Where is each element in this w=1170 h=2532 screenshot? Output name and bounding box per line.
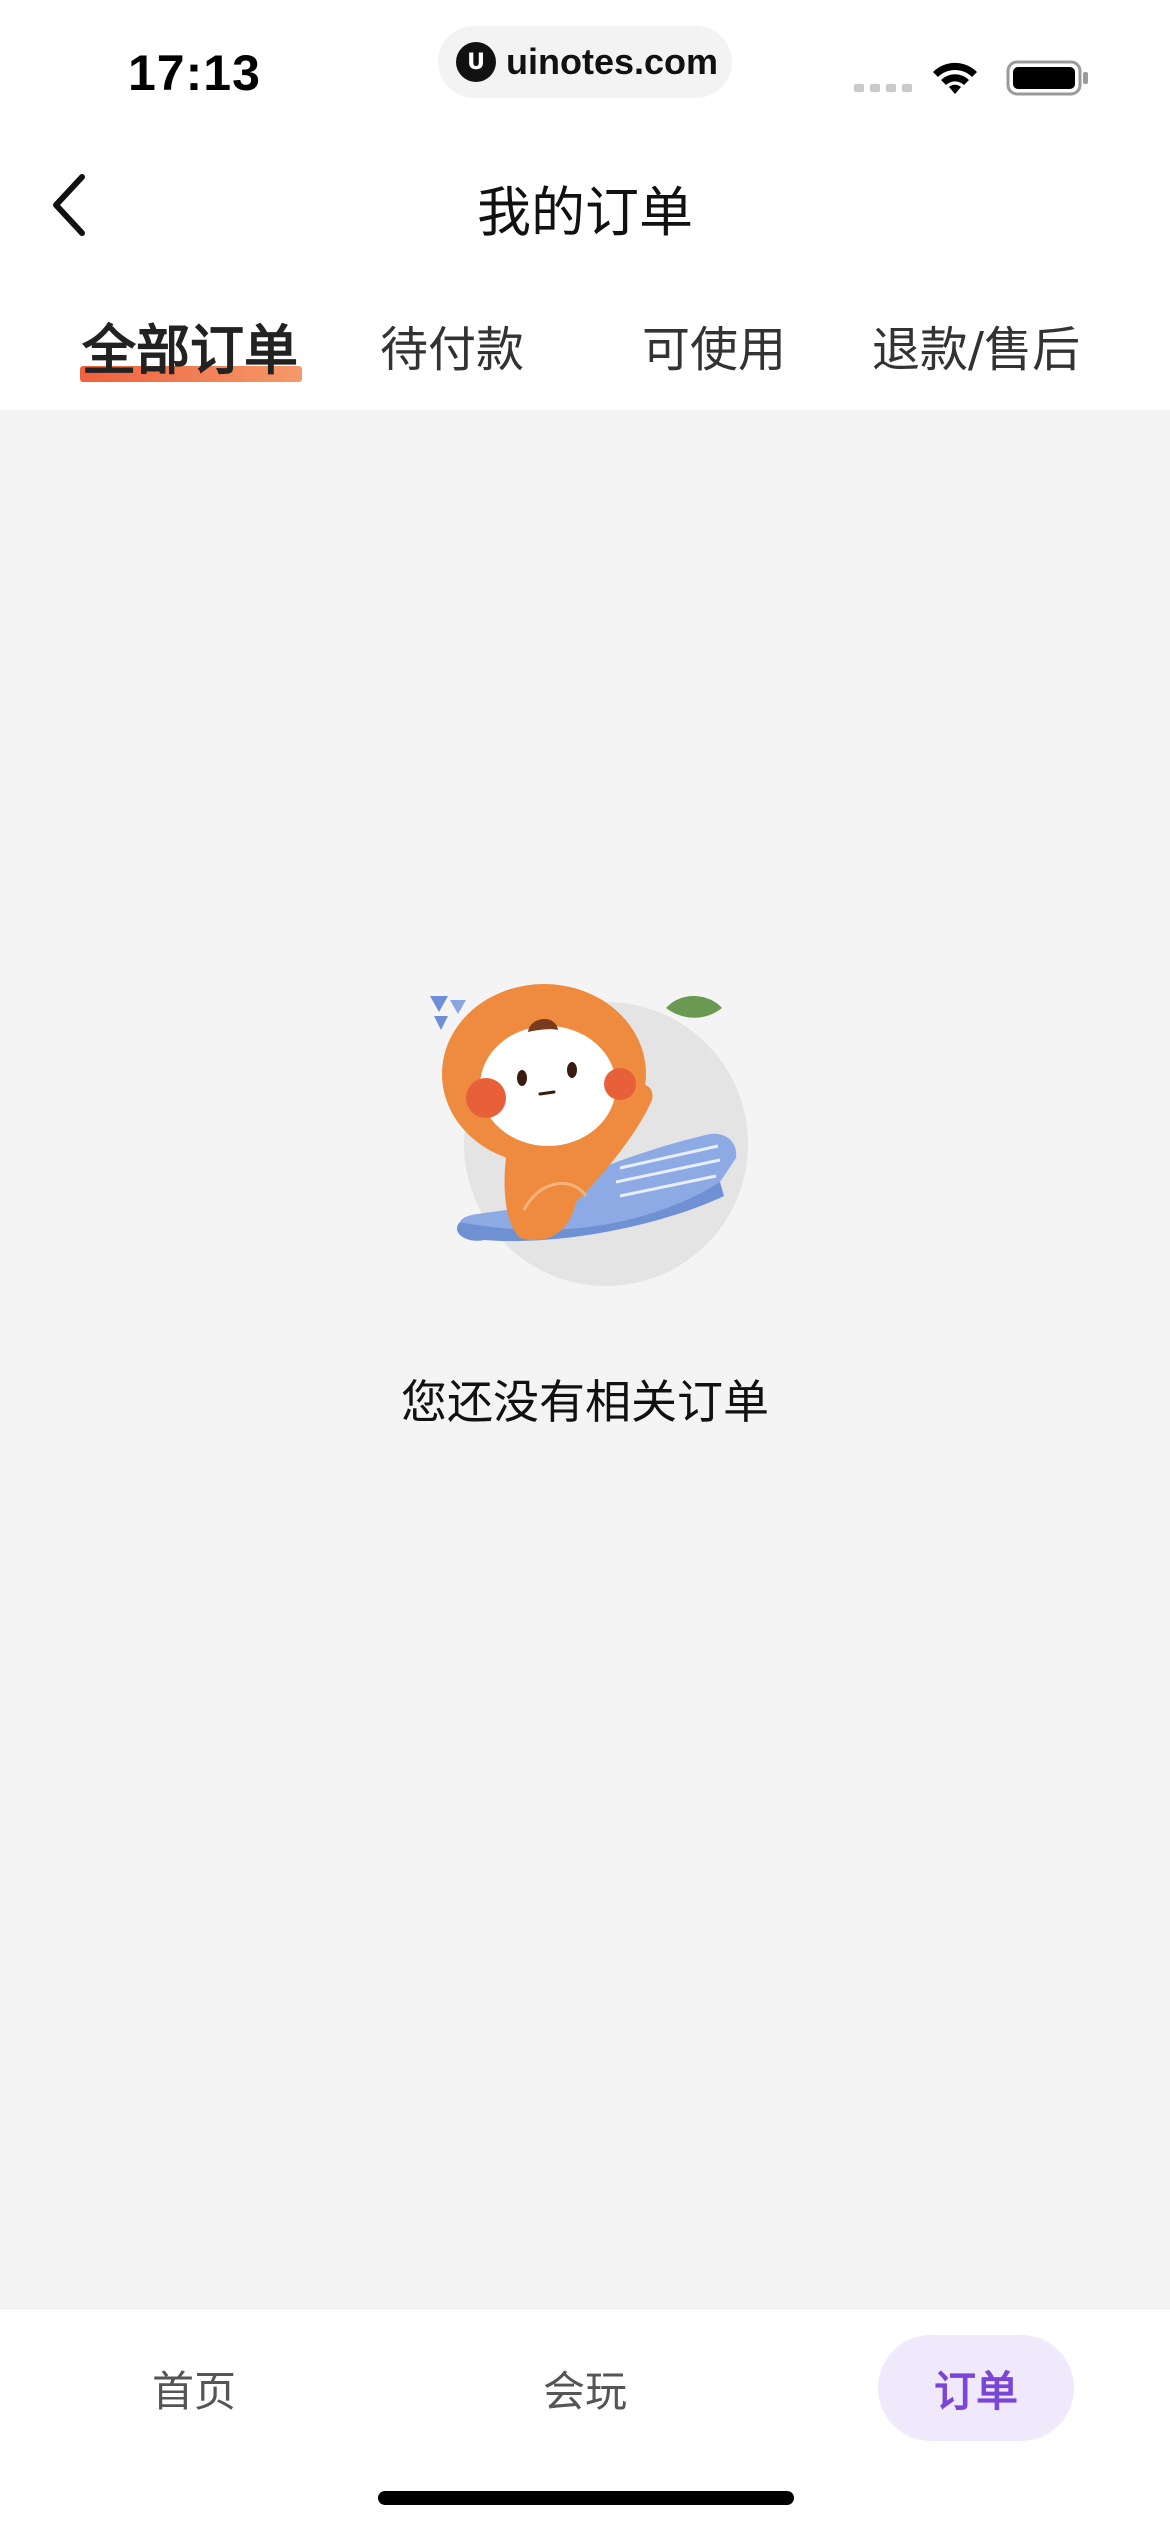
url-pill[interactable]: U uinotes.com xyxy=(438,26,732,98)
empty-state-message: 您还没有相关订单 xyxy=(401,1375,769,1429)
wifi-icon xyxy=(933,62,977,94)
nav-item-label: 订单 xyxy=(933,2366,1018,2416)
nav-item-home[interactable]: 首页 xyxy=(96,2335,292,2441)
nav-item-orders[interactable]: 订单 xyxy=(878,2335,1074,2441)
tab-pending-payment[interactable]: 待付款 xyxy=(352,310,552,390)
nav-item-label: 首页 xyxy=(151,2366,236,2416)
orange-mascot-illustration xyxy=(430,984,748,1286)
nav-item-play[interactable]: 会玩 xyxy=(487,2335,683,2441)
url-text: uinotes.com xyxy=(506,41,719,82)
tab-label: 待付款 xyxy=(379,322,524,378)
status-bar: 17:13 U uinotes.com xyxy=(0,0,1170,140)
site-logo-icon: U xyxy=(456,42,496,82)
header: 我的订单 xyxy=(0,140,1170,270)
tab-label: 可使用 xyxy=(641,322,786,378)
nav-item-label: 会玩 xyxy=(542,2366,627,2416)
tab-all-orders[interactable]: 全部订单 xyxy=(70,306,310,386)
bottom-nav: 首页 会玩 订单 xyxy=(0,2308,1170,2532)
tab-label: 全部订单 xyxy=(82,319,298,382)
signal-icon xyxy=(854,84,912,92)
tab-usable[interactable]: 可使用 xyxy=(614,310,814,390)
page-title: 我的订单 xyxy=(477,181,693,244)
tab-label: 退款/售后 xyxy=(871,322,1081,378)
status-time: 17:13 xyxy=(128,45,261,101)
screen: 17:13 U uinotes.com 我的订单 全部订单 待付款 可使用 退款… xyxy=(0,0,1170,2532)
battery-icon xyxy=(1006,60,1088,96)
home-indicator[interactable] xyxy=(378,2491,794,2505)
order-tabs: 全部订单 待付款 可使用 退款/售后 xyxy=(0,270,1170,410)
tab-refund-aftersale[interactable]: 退款/售后 xyxy=(856,310,1096,390)
